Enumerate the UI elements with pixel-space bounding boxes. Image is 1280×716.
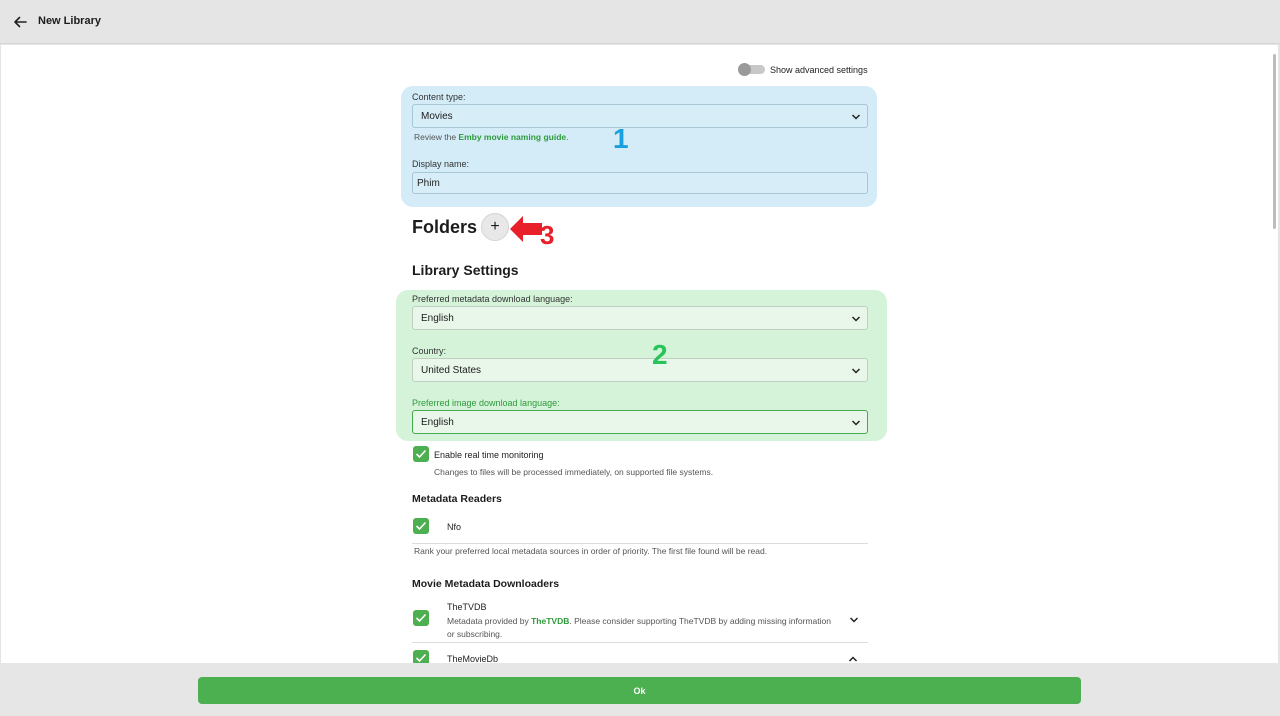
- image-language-value: English: [421, 416, 454, 428]
- display-name-value: Phim: [417, 177, 440, 189]
- content-type-value: Movies: [421, 110, 453, 122]
- naming-guide-link[interactable]: Emby movie naming guide: [458, 132, 566, 142]
- annotation-number-3: 3: [540, 220, 555, 250]
- advanced-settings-toggle[interactable]: [738, 63, 765, 76]
- chevron-down-icon: [851, 316, 861, 322]
- content-type-label: Content type:: [412, 92, 466, 102]
- downloader-name-thetvdb: TheTVDB: [447, 602, 487, 612]
- annotation-number-1: 1: [613, 123, 629, 154]
- downloader-desc-thetvdb: Metadata provided by TheTVDB. Please con…: [447, 616, 831, 639]
- reader-checkbox-nfo[interactable]: [413, 518, 429, 534]
- add-folder-button[interactable]: +: [481, 213, 509, 241]
- country-select[interactable]: United States: [412, 358, 868, 382]
- chevron-down-icon: [851, 420, 861, 426]
- realtime-help: Changes to files will be processed immed…: [434, 467, 714, 477]
- ok-button[interactable]: Ok: [198, 677, 1081, 704]
- checkmark-icon: [415, 653, 427, 663]
- thetvdb-link[interactable]: TheTVDB: [531, 616, 569, 626]
- annotation-arrow-icon: [510, 216, 542, 242]
- country-value: United States: [421, 364, 482, 376]
- toggle-knob: [738, 63, 751, 76]
- divider: [412, 642, 868, 643]
- image-language-select[interactable]: English: [412, 410, 868, 434]
- annotation-number-2: 2: [652, 339, 668, 370]
- country-label: Country:: [412, 346, 447, 356]
- page-title: New Library: [38, 15, 101, 27]
- display-name-input[interactable]: Phim: [412, 172, 868, 194]
- image-language-label: Preferred image download language:: [412, 398, 560, 408]
- metadata-readers-help: Rank your preferred local metadata sourc…: [414, 546, 768, 556]
- scrollbar-thumb[interactable]: [1273, 54, 1276, 229]
- plus-icon: +: [490, 218, 500, 235]
- metadata-language-label: Preferred metadata download language:: [412, 294, 573, 304]
- checkmark-icon: [415, 613, 427, 623]
- movie-downloaders-heading: Movie Metadata Downloaders: [412, 578, 560, 590]
- content-type-select[interactable]: Movies: [412, 104, 868, 128]
- chevron-down-icon[interactable]: [849, 616, 859, 624]
- metadata-language-value: English: [421, 312, 454, 324]
- advanced-settings-label: Show advanced settings: [770, 65, 868, 75]
- chevron-down-icon: [851, 368, 861, 374]
- back-arrow-icon[interactable]: [10, 12, 30, 32]
- app-header: New Library: [0, 0, 1280, 44]
- chevron-down-icon: [851, 114, 861, 120]
- library-settings-heading: Library Settings: [412, 262, 519, 278]
- display-name-label: Display name:: [412, 159, 470, 169]
- checkmark-icon: [415, 449, 427, 459]
- naming-guide-help: Review the Emby movie naming guide.: [414, 132, 569, 142]
- realtime-checkbox[interactable]: [413, 446, 429, 462]
- realtime-label: Enable real time monitoring: [434, 450, 544, 460]
- checkmark-icon: [415, 521, 427, 531]
- metadata-readers-heading: Metadata Readers: [412, 493, 502, 505]
- folders-heading: Folders: [412, 217, 478, 237]
- downloader-checkbox-thetvdb[interactable]: [413, 610, 429, 626]
- reader-label-nfo: Nfo: [447, 522, 462, 532]
- metadata-language-select[interactable]: English: [412, 306, 868, 330]
- divider: [412, 543, 868, 544]
- chevron-up-icon[interactable]: [848, 655, 858, 663]
